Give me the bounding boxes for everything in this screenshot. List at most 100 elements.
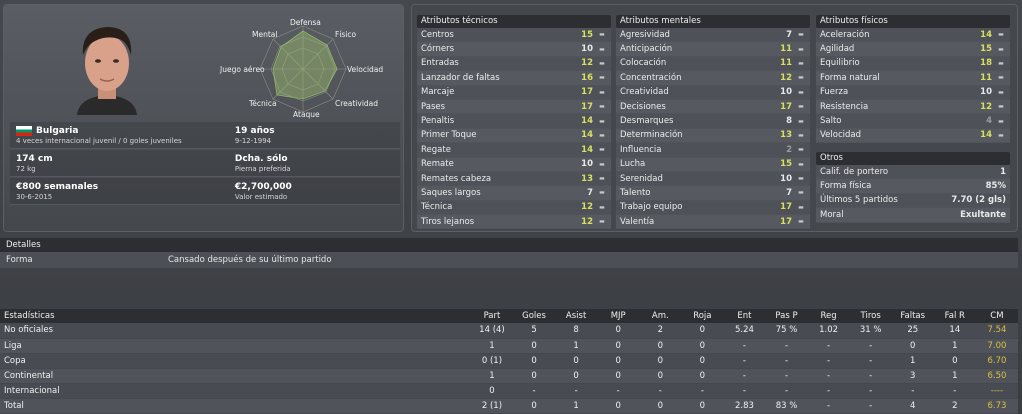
attribute-row[interactable]: Regate 14 ▬ (417, 143, 611, 158)
attribute-value: 4 (986, 116, 992, 127)
attribute-row[interactable]: Primer Toque 14 ▬ (417, 128, 611, 144)
attribute-value: 15 (980, 44, 992, 55)
attribute-row[interactable]: Córners 10 ▬ (417, 42, 611, 57)
attribute-row[interactable]: Últimos 5 partidos 7.70 (2 gls) (816, 193, 1010, 209)
attribute-value: 14 (581, 130, 593, 141)
attribute-name: Creatividad (620, 87, 669, 98)
nation-cell[interactable]: Bulgaria 4 veces internacional juvenil /… (10, 122, 229, 148)
stats-column-header[interactable]: Asist (555, 309, 598, 323)
stats-column-header[interactable]: CM (975, 309, 1018, 323)
attribute-row[interactable]: Aceleración 14 ▬ (816, 28, 1010, 43)
attribute-row[interactable]: Forma física 85% (816, 179, 1010, 194)
stats-cell: 0 (555, 353, 598, 369)
trend-icon: ▬ (599, 175, 605, 183)
attribute-row[interactable]: Entradas 12 ▬ (417, 56, 611, 72)
stats-column-header[interactable]: Tiros (849, 309, 892, 323)
attribute-row[interactable]: Agilidad 15 ▬ (816, 42, 1010, 57)
height-cell: 174 cm 72 kg (10, 150, 229, 176)
attribute-row[interactable]: Colocación 11 ▬ (616, 56, 810, 72)
stats-column-header[interactable]: Am. (639, 309, 682, 323)
stats-column-header[interactable]: Faltas (891, 309, 934, 323)
trend-icon: ▬ (798, 131, 804, 139)
attribute-row[interactable]: Desmarques 8 ▬ (616, 114, 810, 129)
attribute-row[interactable]: Remates cabeza 13 ▬ (417, 171, 611, 187)
stats-cell: 0 (597, 323, 640, 339)
attribute-value: 85% (985, 181, 1006, 192)
trend-icon: ▬ (599, 45, 605, 53)
attribute-row[interactable]: Salto 4 ▬ (816, 114, 1010, 129)
preferred-foot-label: Pierna preferida (234, 164, 291, 173)
stats-cell: 25 (891, 323, 934, 339)
stats-row[interactable]: No oficiales 14 (4) 5 8 0 2 0 5.24 75 % 1.02 31 % 2… (0, 323, 1018, 339)
stats-row[interactable]: Liga 1 0 1 0 0 0- - - -0 1 7.00 (0, 338, 1018, 354)
stats-cell: 14 (933, 323, 976, 339)
stats-row[interactable]: Copa 0 (1) 0 0 0 0 0- - - -1 0 6.70 (0, 353, 1018, 369)
attribute-row[interactable]: Influencia 2 ▬ (616, 143, 810, 158)
stats-column-header[interactable]: Roja (681, 309, 724, 323)
stats-column-header[interactable]: Ent (723, 309, 766, 323)
stats-column-header[interactable]: Pas P (765, 309, 808, 323)
attribute-row[interactable]: Valentía 17 ▬ (616, 215, 810, 230)
attribute-row[interactable]: Trabajo equipo 17 ▬ (616, 200, 810, 216)
stats-cell: 1 (891, 353, 934, 369)
attribute-value: 12 (581, 202, 593, 213)
attribute-row[interactable]: Saques largos 7 ▬ (417, 186, 611, 201)
wage-cell[interactable]: €800 semanales 30-6-2015 (10, 178, 229, 204)
attribute-row[interactable]: Lucha 15 ▬ (616, 157, 810, 172)
stats-cell: 0 (933, 353, 976, 369)
stats-cell: 5.24 (723, 323, 766, 339)
attribute-name: Técnica (421, 202, 453, 213)
stats-cell: 0 (639, 398, 682, 414)
attribute-row[interactable]: Velocidad 14 ▬ (816, 128, 1010, 144)
attribute-row[interactable]: Serenidad 10 ▬ (616, 171, 810, 187)
attribute-row[interactable]: Penaltis 14 ▬ (417, 114, 611, 129)
stats-cell: - (807, 338, 850, 354)
attribute-row[interactable]: Calif. de portero 1 (816, 165, 1010, 180)
details-section: Detalles Forma Cansado después de su últ… (0, 238, 1018, 272)
attribute-row[interactable]: Determinación 13 ▬ (616, 128, 810, 144)
attribute-value: 17 (581, 87, 593, 98)
stats-cell: - (639, 383, 682, 399)
attribute-name: Moral (820, 209, 844, 220)
attribute-row[interactable]: Tiros lejanos 12 ▬ (417, 215, 611, 230)
attribute-row[interactable]: Remate 10 ▬ (417, 157, 611, 172)
attribute-name: Remates cabeza (421, 173, 492, 184)
stats-cell: 0 (681, 368, 724, 384)
mental-attributes: Atributos mentales Agresividad 7 ▬ Anticipa… (616, 15, 810, 230)
attribute-row[interactable]: Moral Exultante (816, 208, 1010, 223)
stats-column-header[interactable]: Part (470, 309, 513, 323)
attribute-row[interactable]: Resistencia 12 ▬ (816, 99, 1010, 115)
attribute-row[interactable]: Técnica 12 ▬ (417, 200, 611, 216)
attribute-row[interactable]: Talento 7 ▬ (616, 186, 810, 201)
attribute-row[interactable]: Decisiones 17 ▬ (616, 99, 810, 115)
stats-column-header[interactable]: Estadísticas (0, 309, 471, 323)
details-header: Detalles (0, 238, 1018, 252)
attribute-row[interactable]: Pases 17 ▬ (417, 99, 611, 115)
attribute-row[interactable]: Creatividad 10 ▬ (616, 85, 810, 100)
stats-column-header[interactable]: Goles (513, 309, 556, 323)
attribute-row[interactable]: Anticipación 11 ▬ (616, 42, 810, 57)
stats-row[interactable]: Continental 1 0 0 0 0 0- - - -3 1 6.50 (0, 368, 1018, 384)
trend-icon: ▬ (599, 203, 605, 211)
attribute-row[interactable]: Fuerza 10 ▬ (816, 85, 1010, 100)
radar-label-defensa: Defensa (290, 18, 321, 27)
attribute-row[interactable]: Agresividad 7 ▬ (616, 28, 810, 43)
stats-row[interactable]: Total 2 (1) 0 1 0 0 0 2.83 83 % - -4 2 6.73 (0, 398, 1018, 414)
stats-cell: 0 (513, 338, 556, 354)
attribute-value: 10 (780, 87, 792, 98)
stats-row[interactable]: Internacional 0- - - - - - - - - - - ---- (0, 383, 1018, 399)
stats-column-header[interactable]: Fal R (933, 309, 976, 323)
attribute-value: 17 (780, 101, 792, 112)
attribute-row[interactable]: Concentración 12 ▬ (616, 71, 810, 86)
stats-column-header[interactable]: Reg (807, 309, 850, 323)
trend-icon: ▬ (798, 160, 804, 168)
stats-cell: Continental (0, 368, 471, 384)
attribute-row[interactable]: Lanzador de faltas 16 ▬ (417, 71, 611, 86)
attribute-row[interactable]: Forma natural 11 ▬ (816, 71, 1010, 86)
attribute-row[interactable]: Equilibrio 18 ▬ (816, 56, 1010, 72)
attribute-row[interactable]: Centros 15 ▬ (417, 28, 611, 43)
stats-cell: - (555, 383, 598, 399)
stats-column-header[interactable]: MJP (597, 309, 640, 323)
attribute-name: Equilibrio (820, 58, 860, 69)
attribute-row[interactable]: Marcaje 17 ▬ (417, 85, 611, 100)
